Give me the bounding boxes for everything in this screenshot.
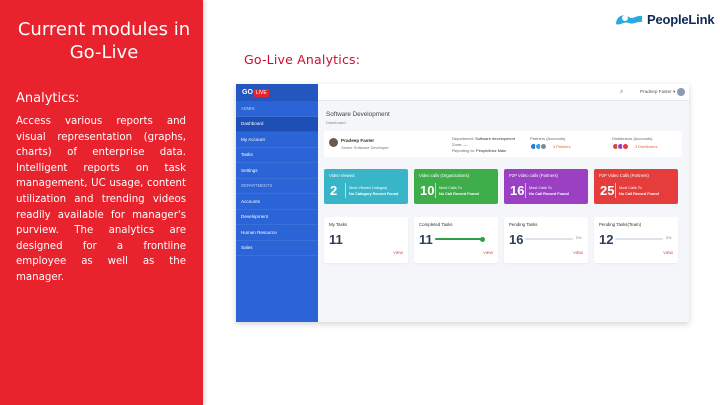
golive-logo[interactable]: GO LIVE bbox=[242, 88, 269, 97]
app-content: Software Development Dashboard Pradeep F… bbox=[318, 101, 689, 322]
distributor-avatars bbox=[612, 143, 629, 150]
stat-divider bbox=[615, 183, 616, 198]
profile-role: Senior Software Developer bbox=[341, 145, 389, 150]
peoplelink-logo-icon bbox=[616, 15, 642, 25]
progress-bar bbox=[525, 238, 573, 240]
task-card-completed: Completed Tasks 11 VIEW bbox=[414, 217, 498, 263]
stat-number: 25 bbox=[600, 183, 615, 198]
stat-number: 10 bbox=[420, 183, 435, 198]
reporting-label: Reporting to: bbox=[452, 148, 475, 153]
app-screenshot: GO LIVE ADMIN Dashboard My Account Tasks… bbox=[236, 84, 689, 322]
task-title: My Tasks bbox=[329, 222, 348, 227]
page-title: Software Development bbox=[326, 111, 390, 118]
sidebar-header: GO LIVE bbox=[236, 84, 318, 101]
stat-note: No Category Record Found bbox=[349, 192, 399, 196]
app-sidebar: GO LIVE ADMIN Dashboard My Account Tasks… bbox=[236, 84, 318, 322]
progress-percent: 0% bbox=[666, 236, 672, 240]
stat-card-video-viewed[interactable]: Video Viewed 2 Most Viewed Category No C… bbox=[324, 169, 408, 204]
task-count: 11 bbox=[419, 232, 433, 247]
analytics-heading: Analytics: bbox=[16, 91, 80, 106]
logo-go: GO bbox=[242, 89, 253, 96]
stat-note: No Call Record Found bbox=[529, 192, 569, 196]
progress-dot bbox=[480, 236, 485, 242]
task-card-my-tasks: My Tasks 11 VIEW bbox=[324, 217, 408, 263]
view-link[interactable]: VIEW bbox=[663, 251, 673, 255]
progress-bar bbox=[435, 238, 483, 240]
sidebar-item-human-resource[interactable]: Human Resource bbox=[236, 225, 318, 241]
task-title: Completed Tasks bbox=[419, 222, 453, 227]
distributors-label: Distributors (Accounts) bbox=[612, 136, 653, 141]
app-topbar: ⌕ Pradeep Faster ▾ bbox=[318, 84, 689, 101]
task-title: Pending Tasks bbox=[509, 222, 538, 227]
partner-avatars bbox=[530, 143, 547, 150]
sidebar-item-tasks[interactable]: Tasks bbox=[236, 148, 318, 163]
profile-details: Department: Software development Zone: —… bbox=[452, 136, 515, 154]
left-panel: Current modules in Go-Live Analytics: Ac… bbox=[0, 0, 203, 405]
progress-percent: 0% bbox=[576, 236, 582, 240]
sidebar-item-my-account[interactable]: My Account bbox=[236, 132, 318, 148]
user-menu[interactable]: Pradeep Faster ▾ bbox=[640, 89, 675, 95]
view-link[interactable]: VIEW bbox=[393, 251, 403, 255]
profile-avatar bbox=[329, 138, 338, 147]
dept-label: Department: bbox=[452, 136, 475, 141]
stat-title: P2P Video Calls (Partners) bbox=[599, 173, 649, 178]
profile-name: Pradeep Faster bbox=[341, 138, 375, 143]
profile-card: Pradeep Faster Senior Software Developer… bbox=[324, 131, 682, 157]
task-card-pending-team: Pending Tasks(Team) 12 0% VIEW bbox=[594, 217, 678, 263]
stat-title: Video calls (Organizations) bbox=[419, 173, 469, 178]
progress-fill bbox=[435, 238, 483, 240]
stat-divider bbox=[345, 183, 346, 198]
section-title: Current modules in Go-Live bbox=[17, 19, 191, 63]
stat-title: P2P Video calls (Partners) bbox=[509, 173, 558, 178]
stat-divider bbox=[435, 183, 436, 198]
logo-text: PeopleLink bbox=[647, 11, 715, 27]
stat-card-video-calls-org[interactable]: Video calls (Organizations) 10 Most Call… bbox=[414, 169, 498, 204]
view-link[interactable]: VIEW bbox=[573, 251, 583, 255]
stat-card-p2p-calls-partners-2[interactable]: P2P Video Calls (Partners) 25 Most Calls… bbox=[594, 169, 678, 204]
search-icon[interactable]: ⌕ bbox=[620, 89, 623, 96]
sidebar-item-settings[interactable]: Settings bbox=[236, 163, 318, 179]
sidebar-item-sales[interactable]: Sales bbox=[236, 241, 318, 256]
stat-note: No Call Record Found bbox=[619, 192, 659, 196]
peoplelink-logo: PeopleLink bbox=[614, 10, 715, 28]
avatar[interactable] bbox=[677, 88, 685, 96]
sidebar-section-departments: DEPARTMENTS bbox=[236, 179, 318, 194]
slide-heading: Go-Live Analytics: bbox=[244, 52, 361, 67]
stat-number: 16 bbox=[510, 183, 525, 198]
sidebar-item-accounts[interactable]: Accounts bbox=[236, 194, 318, 210]
stat-card-p2p-calls-partners[interactable]: P2P Video calls (Partners) 16 Most Calls… bbox=[504, 169, 588, 204]
task-title: Pending Tasks(Team) bbox=[599, 222, 642, 227]
stat-line: Most Calls To bbox=[619, 186, 642, 190]
partners-label: Partners (Accounts) bbox=[530, 136, 566, 141]
dept-value: Software development bbox=[475, 136, 515, 141]
sidebar-section-admin: ADMIN bbox=[236, 101, 318, 117]
stat-title: Video Viewed bbox=[329, 173, 355, 178]
breadcrumb: Dashboard bbox=[326, 120, 346, 125]
distributors-count[interactable]: 3 Distributors bbox=[635, 145, 657, 149]
reporting-value: Peoplelinkz Main bbox=[476, 148, 507, 153]
view-link[interactable]: VIEW bbox=[483, 251, 493, 255]
stat-line: Most Calls To bbox=[439, 186, 462, 190]
stat-note: No Call Record Found bbox=[439, 192, 479, 196]
task-count: 12 bbox=[599, 232, 614, 247]
progress-bar bbox=[615, 238, 663, 240]
task-count: 16 bbox=[509, 232, 524, 247]
logo-live: LIVE bbox=[253, 88, 269, 97]
stat-number: 2 bbox=[330, 183, 338, 198]
sidebar-item-development[interactable]: Development bbox=[236, 210, 318, 225]
partners-count[interactable]: 3 Partners bbox=[553, 145, 571, 149]
stat-line: Most Calls To bbox=[529, 186, 552, 190]
stat-divider bbox=[525, 183, 526, 198]
task-count: 11 bbox=[329, 232, 343, 247]
sidebar-item-dashboard[interactable]: Dashboard bbox=[236, 116, 318, 132]
task-card-pending: Pending Tasks 16 0% VIEW bbox=[504, 217, 588, 263]
stat-line: Most Viewed Category bbox=[349, 186, 388, 190]
analytics-description: Access various reports and visual repres… bbox=[16, 116, 186, 283]
